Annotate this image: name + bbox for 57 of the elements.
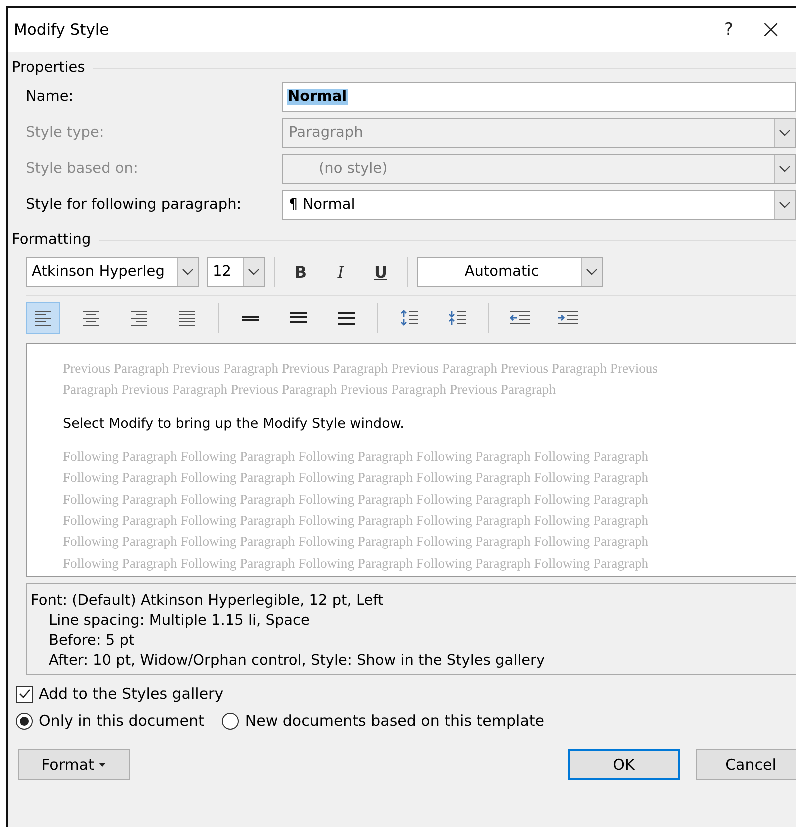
preview-text: Following Paragraph Following Paragraph Following Paragraph Following Paragraph Following Paragraph [63, 469, 650, 488]
preview-text: Following Paragraph Following Paragraph Following Paragraph Following Paragraph Following Paragraph [63, 554, 650, 573]
help-button[interactable]: ? [708, 12, 750, 48]
italic-button[interactable]: I [324, 258, 358, 286]
preview-text: Paragraph Previous Paragraph Previous Paragraph Previous Paragraph Previous Paragraph [63, 381, 558, 400]
radio-button[interactable] [222, 712, 240, 730]
window-title: Modify Style [14, 21, 110, 39]
preview-text: Following Paragraph Following Paragraph Following Paragraph Following Paragraph Following Paragraph [63, 490, 650, 509]
align-right-icon [131, 310, 147, 326]
description-text: Line spacing: Multiple 1.15 li, Space [48, 612, 311, 631]
ok-button[interactable]: OK [568, 749, 680, 780]
font-dropdown[interactable]: Atkinson Hyperleg [26, 257, 199, 287]
chevron-down-icon [248, 268, 260, 276]
field-label: Style for following paragraph: [26, 197, 243, 213]
preview-text: Following Paragraph Following Paragraph Following Paragraph Following Paragraph Following Paragraph [63, 448, 650, 466]
preview-text: Following Paragraph Following Paragraph Following Paragraph Following Paragraph Following Paragraph [63, 512, 650, 530]
close-button[interactable]: × [750, 12, 792, 48]
radio-label: New documents based on this template [245, 712, 544, 730]
chevron-down-icon [779, 165, 791, 173]
double-spacing-icon [338, 310, 354, 326]
description-text: After: 10 pt, Widow/Orphan control, Style: Show in the Styles gallery [48, 652, 546, 671]
name-field[interactable]: Normal [282, 82, 796, 112]
align-center-icon [83, 310, 99, 326]
chevron-down-icon [182, 268, 194, 276]
sample-text: Select Modify to bring up the Modify Style window. [63, 416, 406, 432]
section-label: Properties [12, 60, 86, 76]
field-label: Name: [26, 89, 75, 105]
color-dropdown[interactable]: Automatic [417, 257, 603, 287]
line-spacing-icon [290, 310, 306, 326]
checkbox[interactable] [16, 686, 33, 702]
decrease-spacing-icon [448, 310, 466, 326]
dropdown[interactable]: ¶ Normal [282, 190, 796, 220]
field-label: Style type: [26, 125, 106, 141]
align-left-icon [35, 310, 51, 326]
radio-button[interactable] [16, 712, 33, 730]
checkmark-icon [18, 689, 30, 699]
radio-label: Only in this document [39, 712, 204, 730]
chevron-down-icon [586, 268, 598, 276]
cancel-button[interactable]: Cancel [696, 749, 796, 780]
preview-text: Previous Paragraph Previous Paragraph Previous Paragraph Previous Paragraph Previous Paragraph Previous [63, 360, 659, 378]
increase-indent-icon [558, 311, 578, 325]
section-label: Formatting [12, 232, 92, 248]
format-button[interactable]: Format [18, 749, 130, 780]
increase-spacing-icon [400, 310, 418, 326]
chevron-down-icon [779, 201, 791, 209]
underline-button[interactable]: U [364, 258, 398, 286]
description-text: Before: 5 pt [48, 632, 136, 651]
justify-icon [179, 310, 195, 326]
description-text: Font: (Default) Atkinson Hyperlegible, 12 pt, Left [31, 592, 385, 611]
field-label: Style based on: [26, 161, 140, 177]
chevron-down-icon [779, 129, 791, 137]
checkbox-label: Add to the Styles gallery [39, 685, 224, 703]
size-dropdown[interactable]: 12 [207, 257, 265, 287]
preview-text: Following Paragraph Following Paragraph Following Paragraph Following Paragraph Following Paragraph [63, 533, 650, 552]
caret-icon [99, 762, 106, 766]
decrease-indent-icon [510, 311, 530, 325]
bold-button[interactable]: B [284, 258, 318, 286]
